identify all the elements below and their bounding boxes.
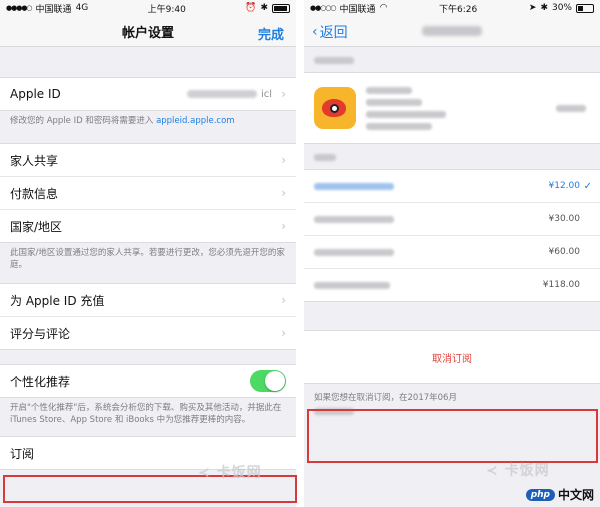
location-icon: ➤ — [528, 3, 537, 13]
subscription-label: 订阅 — [10, 446, 35, 461]
carrier-label: 中国联通 — [339, 4, 376, 15]
left-phone-screen: ●●●●○ 中国联通 4G 上午9:40 ⏰ ✱ 帐户设置 完成 Apple I… — [0, 0, 296, 507]
blurred-option-label — [314, 281, 390, 289]
personalized-row: 个性化推荐 — [0, 365, 296, 397]
blurred-option-label — [314, 248, 394, 256]
alarm-icon: ⏰ — [245, 3, 257, 13]
chevron-right-icon: › — [281, 87, 286, 101]
footer-note-text: 如果您想在取消订阅，在2017年06月 — [314, 393, 457, 403]
apple-id-label: Apple ID — [10, 87, 61, 101]
option-price: ¥60.00 — [548, 247, 581, 257]
option-price: ¥118.00 — [542, 280, 580, 290]
add-funds-row[interactable]: 为 Apple ID 充值 › — [0, 284, 296, 317]
chevron-right-icon: › — [281, 293, 286, 307]
screen-divider — [296, 0, 304, 507]
back-label: 返回 — [319, 25, 348, 41]
personalized-label: 个性化推荐 — [10, 374, 71, 389]
apple-id-row[interactable]: Apple ID icl › — [0, 78, 296, 110]
bluetooth-icon: ✱ — [540, 3, 548, 13]
personalized-note: 开启"个性化推荐"后，系统会分析您的下载、购买及其他活动，并据此在 iTunes… — [10, 403, 282, 425]
cancel-subscription-button[interactable]: 取消订阅 — [304, 330, 600, 384]
family-sharing-label: 家人共享 — [10, 153, 59, 168]
apple-id-group: Apple ID icl › — [0, 77, 296, 111]
option-row[interactable]: ¥30.00 — [304, 203, 600, 236]
payment-info-row[interactable]: 付款信息 › — [0, 177, 296, 210]
personalized-toggle[interactable] — [250, 370, 286, 392]
weibo-app-icon — [314, 87, 356, 129]
blurred-price — [556, 105, 586, 112]
country-region-label: 国家/地区 — [10, 219, 63, 234]
chevron-right-icon: › — [281, 326, 286, 340]
status-time: 上午9:40 — [147, 4, 186, 15]
store-group: 为 Apple ID 充值 › 评分与评论 › — [0, 283, 296, 350]
battery-icon — [272, 3, 290, 13]
cancel-subscription-label: 取消订阅 — [432, 353, 472, 365]
ratings-reviews-label: 评分与评论 — [10, 326, 71, 341]
battery-icon — [576, 3, 594, 13]
region-note: 此国家/地区设置通过您的家人共享。若要进行更改，您必须先退开您的家庭。 — [10, 248, 285, 270]
apple-id-value: icl — [186, 89, 272, 100]
chevron-right-icon: › — [281, 153, 286, 167]
account-group: 家人共享 › 付款信息 › 国家/地区 › — [0, 143, 296, 243]
signal-icon: ●●○○○ — [310, 4, 337, 12]
bluetooth-icon: ✱ — [260, 3, 268, 13]
navigation-bar: ‹ 返回 — [304, 16, 600, 47]
blurred-header-text — [314, 57, 354, 64]
carrier-label: 中国联通 — [35, 4, 72, 15]
wifi-icon: ◠ — [379, 3, 388, 13]
option-row[interactable]: ¥118.00 — [304, 269, 600, 301]
blurred-email — [186, 89, 257, 98]
checkmark-icon: ✓ — [583, 180, 592, 192]
chevron-left-icon: ‹ — [312, 24, 318, 40]
k-logo-icon: ≺ — [198, 465, 211, 481]
option-row[interactable]: ¥60.00 — [304, 236, 600, 269]
option-row-selected[interactable]: ¥12.00 ✓ — [304, 170, 600, 203]
personalized-group: 个性化推荐 — [0, 364, 296, 398]
blurred-line — [366, 86, 412, 94]
subscription-item — [304, 72, 600, 144]
signal-icon: ●●●●○ — [6, 4, 33, 12]
family-sharing-row[interactable]: 家人共享 › — [0, 144, 296, 177]
options-header — [304, 144, 600, 169]
page-title: 帐户设置 — [121, 25, 174, 41]
appleid-link[interactable]: appleid.apple.com — [156, 116, 235, 126]
done-button[interactable]: 完成 — [258, 24, 284, 43]
php-logo: php — [525, 488, 555, 501]
option-price: ¥12.00 — [548, 181, 581, 191]
add-funds-label: 为 Apple ID 充值 — [10, 293, 105, 308]
status-bar: ●●○○○ 中国联通 ◠ 下午6:26 ➤ ✱ 30% — [304, 0, 600, 16]
chevron-right-icon: › — [281, 186, 286, 200]
network-label: 4G — [75, 3, 89, 13]
weibo-pupil-shape — [330, 104, 339, 113]
blurred-header-text — [314, 154, 336, 161]
status-time: 下午6:26 — [439, 4, 478, 15]
blurred-line — [366, 122, 432, 130]
options-list: ¥12.00 ✓ ¥30.00 ¥60.00 ¥118.00 — [304, 169, 600, 302]
watermark-kafan-right: ≺ 卡饭网 — [486, 460, 550, 480]
k-logo-icon: ≺ — [486, 463, 499, 479]
php-cn-badge: php 中文网 — [525, 486, 594, 503]
country-region-row[interactable]: 国家/地区 › — [0, 210, 296, 242]
blurred-line — [366, 110, 446, 118]
apple-id-note: 修改您的 Apple ID 和密码将需要进入 appleid.apple.com — [10, 116, 235, 126]
battery-percent: 30% — [551, 3, 572, 13]
blurred-line — [366, 98, 422, 106]
subscription-details — [366, 86, 446, 130]
option-price: ¥30.00 — [548, 214, 581, 224]
watermark-text: 卡饭网 — [504, 463, 550, 479]
navigation-bar: 帐户设置 完成 — [0, 16, 296, 47]
blurred-option-label — [314, 215, 394, 223]
your-subscription-header — [304, 47, 600, 72]
watermark-text: 卡饭网 — [216, 465, 262, 481]
chevron-right-icon: › — [281, 219, 286, 233]
cancel-highlight-box — [307, 409, 598, 463]
payment-info-label: 付款信息 — [10, 186, 59, 201]
php-cn-text: 中文网 — [557, 488, 594, 502]
status-bar: ●●●●○ 中国联通 4G 上午9:40 ⏰ ✱ — [0, 0, 296, 16]
watermark-kafan-left: ≺ 卡饭网 — [198, 462, 262, 482]
ratings-reviews-row[interactable]: 评分与评论 › — [0, 317, 296, 349]
page-title-blurred — [422, 26, 482, 36]
blurred-option-label — [314, 182, 394, 190]
back-button[interactable]: ‹ 返回 — [312, 22, 348, 42]
